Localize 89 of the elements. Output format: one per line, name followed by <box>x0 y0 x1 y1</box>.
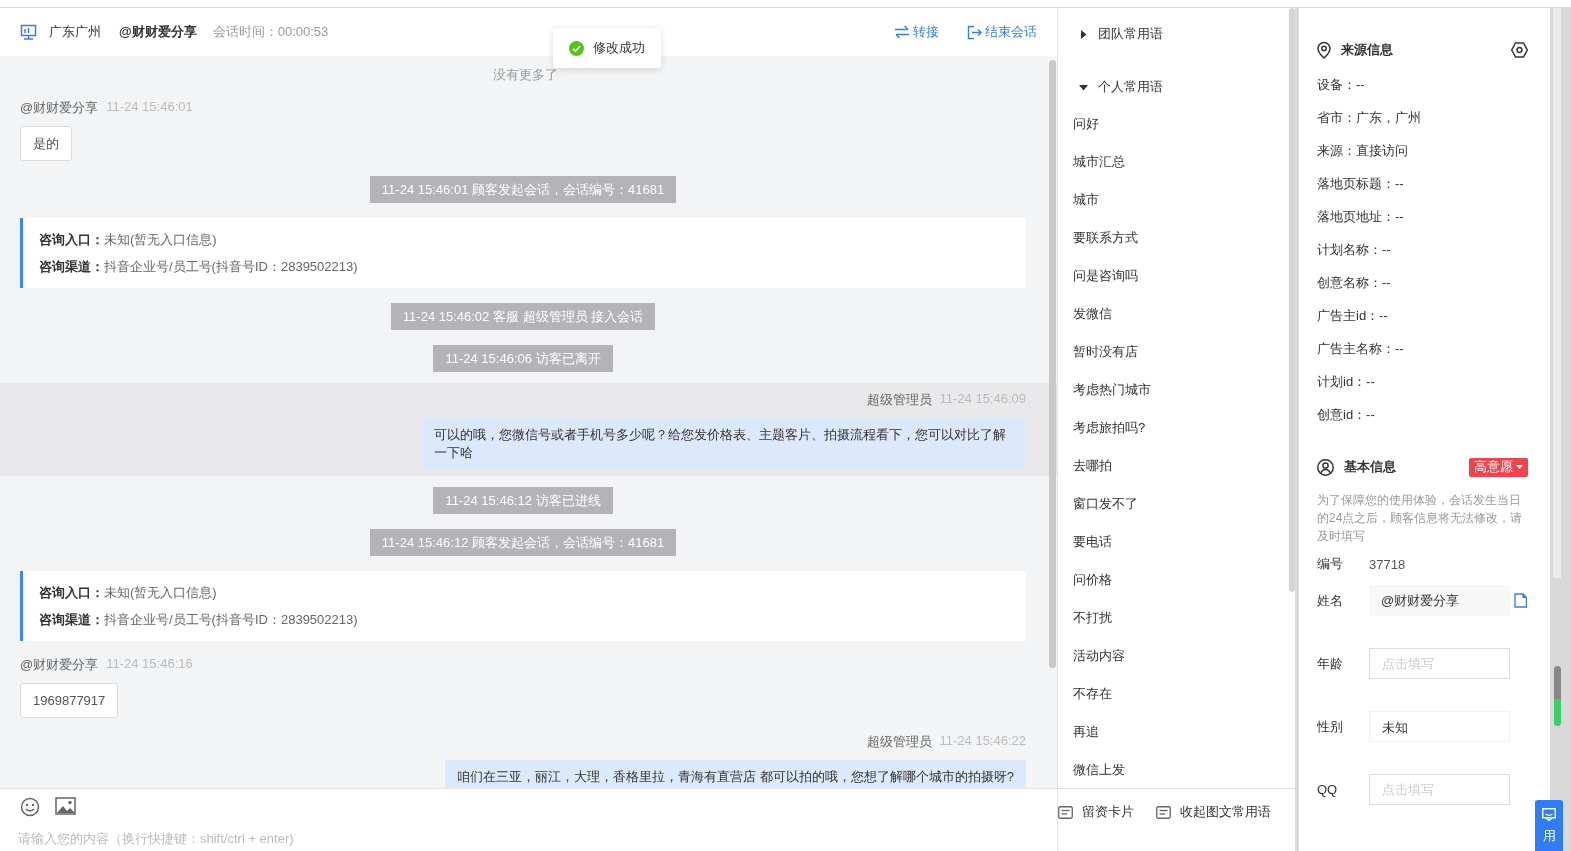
field-label: 编号 <box>1317 555 1344 573</box>
location-text: 广东广州 <box>49 23 101 41</box>
monitor-icon <box>20 24 37 40</box>
phrase-item[interactable]: 窗口发不了 <box>1073 485 1138 523</box>
message-bubble: 是的 <box>20 126 72 161</box>
phrase-item[interactable]: 发微信 <box>1073 295 1112 333</box>
card-line: 咨询入口：未知(暂无入口信息) <box>39 231 218 249</box>
footer-button[interactable]: 留资卡片 <box>1058 803 1134 821</box>
sender-name: @财财爱分享 <box>20 99 99 117</box>
phrase-group[interactable]: 团队常用语 <box>1073 24 1163 44</box>
source-field: 创意id：-- <box>1317 407 1375 422</box>
user-circle-icon <box>1317 458 1334 476</box>
card-line: 咨询渠道：抖音企业号/员工号(抖音号ID：2839502213) <box>39 611 359 629</box>
source-field: 省市：广东，广州 <box>1317 110 1421 125</box>
phrase-item[interactable]: 问价格 <box>1073 561 1112 599</box>
scroll-thumb[interactable] <box>1554 666 1561 726</box>
phrase-item[interactable]: 微信上发 <box>1073 751 1125 788</box>
toast-text: 修改成功 <box>593 39 645 57</box>
system-message: 11-24 15:46:06 访客已离开 <box>433 345 613 372</box>
section-title: 基本信息 <box>1344 458 1396 476</box>
session-duration: 会话时间：00:00:53 <box>212 23 329 41</box>
footer-button[interactable]: 收起图文常用语 <box>1156 803 1271 821</box>
phrase-item[interactable]: 问好 <box>1073 105 1099 143</box>
field-label: QQ <box>1317 782 1339 797</box>
phrase-item[interactable]: 活动内容 <box>1073 637 1125 675</box>
note-icon <box>1156 805 1171 819</box>
phrase-item[interactable]: 考虑旅拍吗? <box>1073 409 1146 447</box>
smiley-icon[interactable] <box>20 797 40 817</box>
phrase-item[interactable]: 考虑热门城市 <box>1073 371 1151 409</box>
settings-icon[interactable] <box>1511 42 1528 58</box>
copy-icon[interactable] <box>1514 593 1527 608</box>
message-time: 11-24 15:46:01 <box>106 99 193 116</box>
source-field: 落地页标题：-- <box>1317 176 1404 191</box>
phrase-item[interactable]: 问是咨询吗 <box>1073 257 1138 295</box>
phrase-item[interactable]: 要联系方式 <box>1073 219 1138 257</box>
phrase-item[interactable]: 去哪拍 <box>1073 447 1112 485</box>
swap-arrows-icon <box>894 25 910 39</box>
sender-name: 超级管理员 <box>866 733 932 751</box>
sender-name: @财财爱分享 <box>20 656 99 674</box>
message-bubble: 1969877917 <box>20 683 119 718</box>
transfer-button[interactable]: 转接 <box>894 23 939 41</box>
name-field: @财财爱分享 <box>1369 585 1510 616</box>
intent-tag[interactable]: 高意愿 <box>1469 457 1528 477</box>
card-line: 咨询渠道：抖音企业号/员工号(抖音号ID：2839502213) <box>39 258 359 276</box>
message-input[interactable]: 请输入您的内容（换行快捷键：shift/ctrl + enter) <box>18 831 438 846</box>
location-pin-icon <box>1317 41 1331 59</box>
source-field: 设备：-- <box>1317 77 1365 92</box>
section-title: 来源信息 <box>1341 41 1393 59</box>
source-field: 广告主id：-- <box>1317 308 1388 323</box>
phrase-item[interactable]: 再追 <box>1073 713 1099 751</box>
field-label: 年龄 <box>1317 654 1344 673</box>
system-message: 11-24 15:46:12 顾客发起会话，会话编号：41681 <box>369 529 677 556</box>
message-bubble: 咱们在三亚，丽江，大理，香格里拉，青海有直营店 都可以拍的哦，您想了解哪个城市的拍摄呀? <box>445 760 1026 788</box>
floating-button[interactable]: 用 <box>1535 800 1563 851</box>
phrase-item[interactable]: 要电话 <box>1073 523 1112 561</box>
phrase-item[interactable]: 城市汇总 <box>1073 143 1125 181</box>
exit-icon <box>967 24 982 40</box>
source-field: 来源：直接访问 <box>1317 143 1408 158</box>
source-field: 落地页地址：-- <box>1317 209 1404 224</box>
visitor-name: @财财爱分享 <box>119 23 197 41</box>
no-more-notice: 没有更多了 <box>492 66 558 84</box>
select-field[interactable]: 未知 <box>1369 711 1510 742</box>
field-label: 姓名 <box>1317 591 1344 610</box>
phrase-item[interactable]: 城市 <box>1073 181 1099 219</box>
message-bubble: 可以的哦，您微信号或者手机号多少呢？给您发价格表、主题客片、拍摄流程看下，您可以对比了解一下哈 <box>422 418 1026 470</box>
check-circle-icon <box>569 40 584 56</box>
phrase-item[interactable]: 不存在 <box>1073 675 1112 713</box>
source-field: 计划名称：-- <box>1317 242 1391 257</box>
chat-icon <box>1542 808 1556 821</box>
system-message: 11-24 15:46:01 顾客发起会话，会话编号：41681 <box>369 176 677 203</box>
source-field: 计划id：-- <box>1317 374 1375 389</box>
phrase-item[interactable]: 不打扰 <box>1073 599 1112 637</box>
field-label: 性别 <box>1317 717 1344 736</box>
caret-icon <box>1516 465 1523 469</box>
customer-id: 37718 <box>1369 556 1406 572</box>
message-time: 11-24 15:46:16 <box>106 656 193 673</box>
message-time: 11-24 15:46:22 <box>939 733 1026 750</box>
phrase-item[interactable]: 暂时没有店 <box>1073 333 1138 371</box>
phrase-group[interactable]: 个人常用语 <box>1073 77 1163 97</box>
system-message: 11-24 15:46:02 客服 超级管理员 接入会话 <box>390 303 656 330</box>
card-line: 咨询入口：未知(暂无入口信息) <box>39 584 218 602</box>
image-icon[interactable] <box>55 797 76 815</box>
note-icon <box>1058 805 1073 819</box>
source-field: 创意名称：-- <box>1317 275 1391 290</box>
system-message: 11-24 15:46:12 访客已进线 <box>433 487 613 514</box>
sender-name: 超级管理员 <box>866 391 932 409</box>
source-field: 广告主名称：-- <box>1317 341 1404 356</box>
hint-text: 为了保障您的使用体验，会话发生当日的24点之后，顾客信息将无法修改，请及时填写 <box>1317 492 1524 545</box>
end-session-button[interactable]: 结束会话 <box>967 23 1037 41</box>
